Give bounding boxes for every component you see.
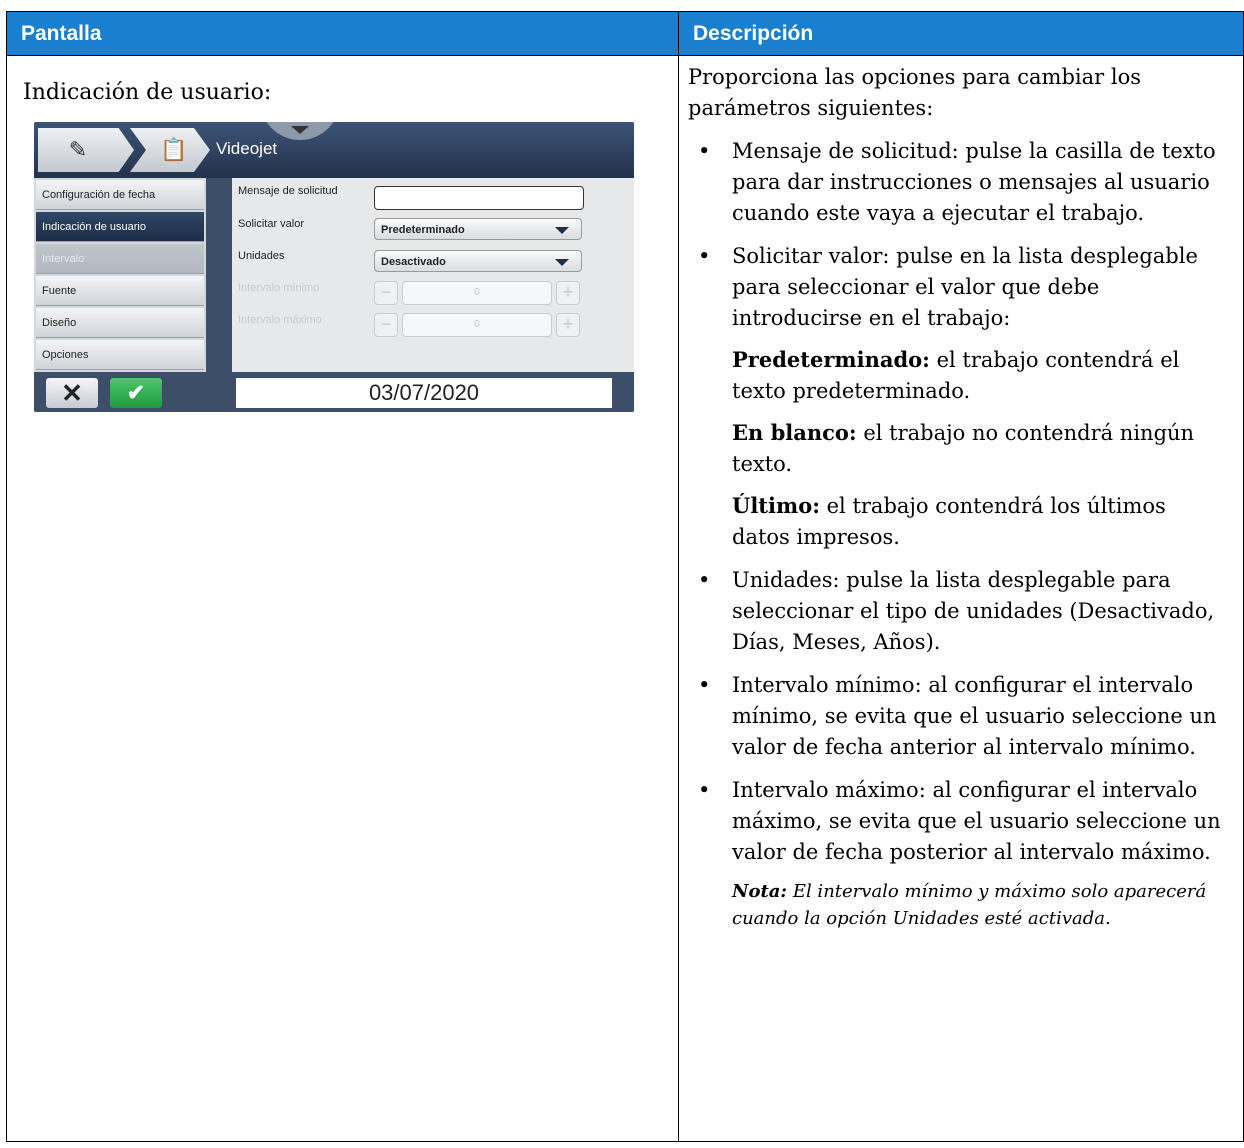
bullet-glyph: •: [698, 244, 711, 268]
cell-title: Indicación de usuario:: [23, 80, 272, 105]
max-label: Intervalo máximo: [238, 314, 322, 326]
header-descripcion: Descripción: [679, 12, 1243, 55]
mensaje-label: Mensaje de solicitud: [238, 185, 338, 197]
bullet-intervalo-minimo: • Intervalo mínimo: al configurar el int…: [688, 670, 1228, 763]
plus-icon: +: [556, 281, 580, 305]
sidebar-item-fuente[interactable]: Fuente: [36, 276, 204, 306]
unidades-dropdown[interactable]: Desactivado: [374, 250, 582, 272]
checkmark-icon: ✔: [126, 380, 146, 405]
option-ultimo: Último: el trabajo contendrá los últimos…: [688, 490, 1228, 553]
breadcrumb-clipboard[interactable]: 📋: [130, 128, 210, 172]
ui-screenshot: ✎ 📋 Videojet Configuración de fecha Indi…: [34, 122, 634, 412]
bullet-text: Intervalo mínimo: al configurar el inter…: [732, 673, 1217, 759]
edit-document-icon: ✎: [68, 137, 88, 162]
settings-panel: Mensaje de solicitud Solicitar valor Pre…: [232, 178, 634, 372]
sidebar-item-diseno[interactable]: Diseño: [36, 308, 204, 338]
option-predeterminado: Predeterminado: el trabajo contendrá el …: [688, 344, 1228, 407]
bullet-glyph: •: [698, 568, 711, 592]
option-term: En blanco:: [732, 420, 857, 445]
sidebar: Configuración de fecha Indicación de usu…: [34, 178, 206, 372]
min-value: 0: [402, 281, 552, 305]
minus-icon: −: [374, 313, 398, 337]
bullet-mensaje: • Mensaje de solicitud: pulse la casilla…: [688, 136, 1228, 229]
plus-icon: +: [556, 313, 580, 337]
dropdown-arrow-icon: [555, 259, 569, 266]
breadcrumb: ✎ 📋: [38, 128, 210, 172]
confirm-button[interactable]: ✔: [110, 378, 162, 408]
bottom-bar: ✕ ✔ 03/07/2020: [34, 372, 634, 412]
bullet-intervalo-maximo: • Intervalo máximo: al configurar el int…: [688, 775, 1228, 868]
app-title: Videojet: [216, 139, 278, 158]
solicitar-dropdown[interactable]: Predeterminado: [374, 218, 582, 240]
max-stepper: − 0 +: [374, 313, 582, 337]
option-term: Predeterminado:: [732, 347, 930, 372]
bullet-glyph: •: [698, 778, 711, 802]
bullet-solicitar: • Solicitar valor: pulse en la lista des…: [688, 241, 1228, 334]
bullet-text: Solicitar valor: pulse en la lista despl…: [732, 244, 1198, 330]
solicitar-label: Solicitar valor: [238, 218, 305, 230]
unidades-label: Unidades: [238, 250, 285, 262]
dropdown-arrow-icon: [555, 227, 569, 234]
note-label: Nota:: [732, 881, 788, 902]
cancel-button[interactable]: ✕: [46, 378, 98, 408]
option-term: Último:: [732, 493, 820, 518]
sidebar-item-intervalo: Intervalo: [36, 244, 204, 274]
top-bar: ✎ 📋 Videojet: [34, 122, 634, 178]
unidades-value: Desactivado: [381, 256, 446, 268]
bullet-text: Unidades: pulse la lista desplegable par…: [732, 568, 1215, 654]
header-pantalla: Pantalla: [7, 12, 678, 55]
descripcion-cell: Proporciona las opciones para cambiar lo…: [688, 62, 1228, 932]
sidebar-item-indicacion-usuario[interactable]: Indicación de usuario: [36, 212, 204, 242]
bullet-glyph: •: [698, 139, 711, 163]
column-divider: [678, 12, 679, 1141]
bullet-text: Intervalo máximo: al configurar el inter…: [732, 778, 1221, 864]
breadcrumb-edit[interactable]: ✎: [38, 128, 134, 172]
min-stepper: − 0 +: [374, 281, 582, 305]
note: Nota: El intervalo mínimo y máximo solo …: [688, 878, 1228, 932]
minus-icon: −: [374, 281, 398, 305]
chevron-down-icon: [291, 126, 309, 134]
max-value: 0: [402, 313, 552, 337]
date-display: 03/07/2020: [236, 378, 612, 408]
mensaje-input[interactable]: [374, 186, 584, 210]
min-label: Intervalo mínimo: [238, 282, 320, 294]
sidebar-item-configuracion-fecha[interactable]: Configuración de fecha: [36, 180, 204, 210]
bullet-unidades: • Unidades: pulse la lista desplegable p…: [688, 565, 1228, 658]
sidebar-item-opciones[interactable]: Opciones: [36, 340, 204, 370]
close-icon: ✕: [61, 378, 83, 408]
bullet-glyph: •: [698, 673, 711, 697]
option-en-blanco: En blanco: el trabajo no contendrá ningú…: [688, 417, 1228, 480]
note-text: El intervalo mínimo y máximo solo aparec…: [732, 881, 1207, 929]
clipboard-icon: 📋: [160, 137, 188, 162]
intro-text: Proporciona las opciones para cambiar lo…: [688, 65, 1141, 120]
bullet-text: Mensaje de solicitud: pulse la casilla d…: [732, 139, 1216, 225]
solicitar-value: Predeterminado: [381, 224, 465, 236]
